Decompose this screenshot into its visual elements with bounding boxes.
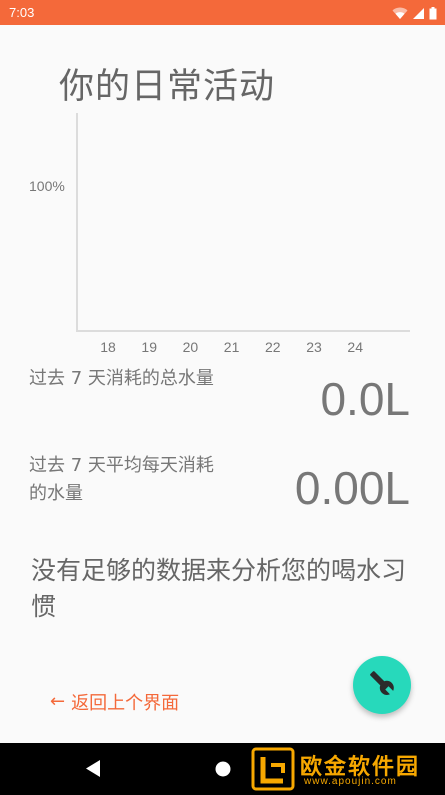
x-tick-label: 21 [224,339,240,355]
watermark-logo-icon [250,746,296,792]
wrench-icon [369,670,395,700]
status-bar: 7:03 [0,0,445,25]
y-tick-label: 100% [29,178,65,194]
watermark-url: www.apoujin.com [304,776,397,787]
insufficient-data-message: 没有足够的数据来分析您的喝水习惯 [31,556,407,621]
back-label: 返回上个界面 [71,693,180,714]
x-tick-label: 20 [183,339,199,355]
x-tick-label: 19 [141,339,157,355]
back-triangle-icon[interactable] [86,760,100,781]
activity-chart-svg: 100% 18 19 20 21 22 23 24 [29,113,410,355]
battery-icon [429,6,437,20]
watermark: 欧金软件园 www.apoujin.com [250,745,445,793]
activity-chart: 100% 18 19 20 21 22 23 24 [0,105,445,355]
total-water-label: 过去 7 天消耗的总水量 [29,368,214,389]
back-arrow-icon: ← [50,691,66,712]
avg-water-label: 过去 7 天平均每天消耗 的水量 [29,455,214,504]
avg-water-value: 0.00L [294,462,410,514]
page-title: 你的日常活动 [59,67,276,107]
wifi-icon [392,7,408,20]
back-to-previous-button[interactable]: ← 返回上个界面 [50,689,179,715]
x-tick-label: 24 [347,339,363,355]
home-circle-icon[interactable] [215,761,231,781]
total-water-value: 0.0L [320,373,410,425]
x-ticks-group: 18 19 20 21 22 23 24 [100,339,363,355]
x-tick-label: 18 [100,339,116,355]
status-time: 7:03 [9,5,35,20]
x-tick-label: 22 [265,339,281,355]
watermark-text: 欧金软件园 www.apoujin.com [296,746,444,792]
signal-icon [412,7,425,20]
status-icons [392,6,437,20]
settings-fab-button[interactable] [353,656,411,714]
x-tick-label: 23 [306,339,322,355]
